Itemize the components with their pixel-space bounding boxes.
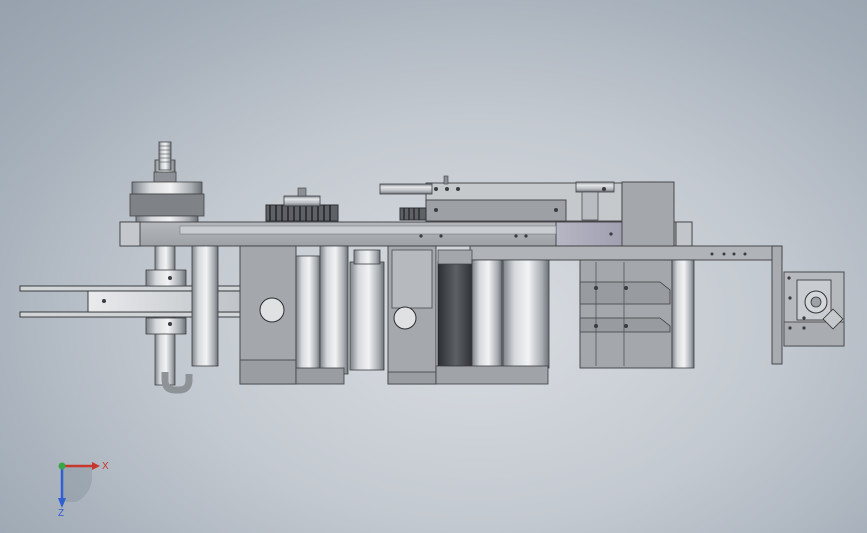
mounting-bracket-upper (579, 281, 671, 305)
top-rod-left (379, 183, 433, 195)
roller-2 (471, 259, 503, 369)
frame-right-cap (675, 221, 693, 247)
pulley-flange (131, 181, 203, 195)
nut (153, 171, 177, 183)
top-slide-block (425, 199, 567, 222)
dark-roller (437, 261, 475, 367)
mounting-plate (579, 259, 673, 369)
graphics-viewport[interactable]: X Z (0, 0, 867, 533)
support-column-3 (319, 245, 349, 375)
top-slide-right-block (621, 181, 675, 247)
right-arm-drop (771, 245, 783, 365)
support-column-1 (191, 245, 219, 367)
cad-assembly-model[interactable] (0, 0, 867, 533)
frame-purple-section (555, 221, 633, 247)
top-rod-right (575, 181, 615, 193)
coordinate-triad-icon: X Z (58, 461, 109, 516)
x-axis-label: X (102, 461, 109, 472)
gear-right (399, 207, 427, 221)
collar-lower (145, 317, 187, 335)
z-axis-label: Z (58, 508, 64, 516)
support-column-2 (295, 255, 321, 375)
frame-rail (179, 225, 557, 235)
gear-left (265, 187, 339, 222)
roller-1 (349, 261, 385, 371)
window-hole-2 (393, 306, 417, 330)
collar-upper (145, 269, 187, 287)
roller-3 (502, 259, 550, 369)
frame-left-block (119, 221, 141, 247)
window-hole-1 (259, 297, 285, 323)
pulley-body (129, 193, 205, 217)
right-column (671, 259, 695, 369)
right-arm (469, 245, 783, 261)
